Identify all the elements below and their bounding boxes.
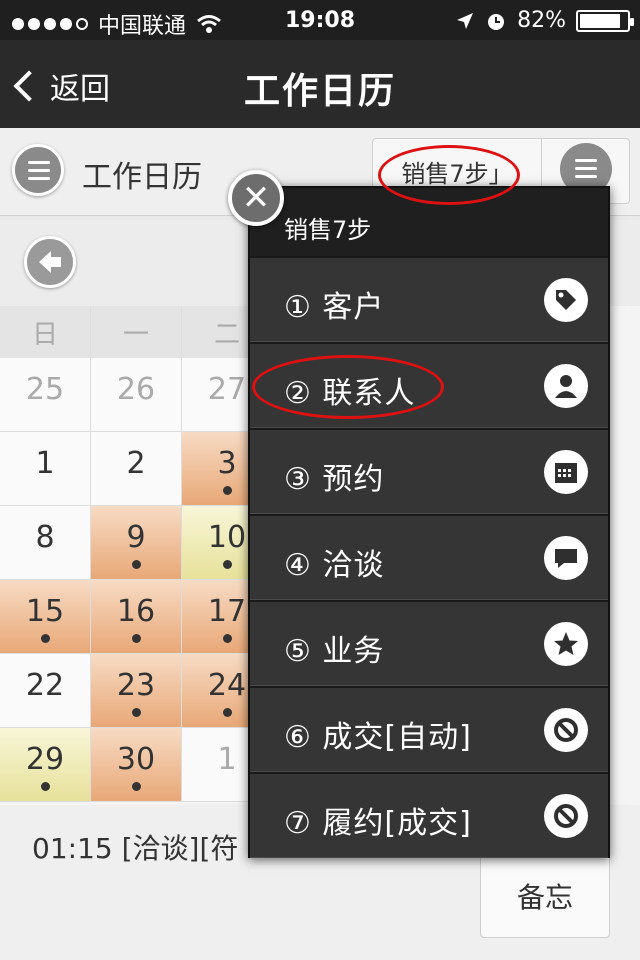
day-number: 22	[25, 668, 65, 703]
calendar-day[interactable]: 26	[91, 358, 182, 432]
event-marker-dot	[223, 708, 232, 717]
day-number: 23	[116, 668, 156, 703]
calendar-day[interactable]: 16	[91, 580, 182, 654]
calendar-icon	[544, 450, 588, 494]
day-number: 30	[116, 742, 156, 777]
sales-step-label: ④ 洽谈	[284, 548, 385, 583]
event-marker-dot	[41, 782, 50, 791]
sales-step-item[interactable]: ⑦ 履约[成交]	[250, 772, 608, 858]
person-icon	[544, 364, 588, 408]
calendar-day[interactable]: 8	[0, 506, 91, 580]
calendar-day[interactable]: 29	[0, 728, 91, 802]
weekday-sun: 日	[0, 306, 91, 358]
event-marker-dot	[223, 634, 232, 643]
calendar-day[interactable]: 2	[91, 432, 182, 506]
day-number: 16	[116, 594, 156, 629]
calendar-day[interactable]: 25	[0, 358, 91, 432]
event-marker-dot	[41, 634, 50, 643]
memo-button[interactable]: 备忘	[480, 854, 610, 938]
day-number: 9	[126, 520, 146, 555]
menu-button[interactable]	[12, 144, 64, 196]
sales-steps-menu: ① 客户 ② 联系人 ③ 预约 ④ 洽谈 ⑤ 业务 ⑥ 成交[自动] ⑦ 履约[成交]	[250, 256, 608, 858]
event-preview[interactable]: 01:15 [洽谈][符	[32, 827, 238, 867]
close-dialog-button[interactable]: ✕	[228, 170, 284, 226]
sales-step-label: ⑤ 业务	[284, 634, 385, 669]
calendar-day[interactable]: 15	[0, 580, 91, 654]
sales-step-label: ① 客户	[284, 290, 385, 325]
sales-step-item[interactable]: ① 客户	[250, 256, 608, 342]
day-number: 25	[25, 372, 65, 407]
day-number: 3	[217, 446, 237, 481]
calendar-day[interactable]: 22	[0, 654, 91, 728]
navigation-bar: 返回 工作日历	[0, 40, 640, 128]
day-number: 27	[207, 372, 247, 407]
battery-icon	[576, 9, 634, 32]
day-number: 24	[207, 668, 247, 703]
day-number: 2	[126, 446, 146, 481]
sales-step-item[interactable]: ③ 预约	[250, 428, 608, 514]
day-number: 15	[25, 594, 65, 629]
status-bar: 中国联通 19:08 82%	[0, 0, 640, 40]
day-number: 10	[207, 520, 247, 555]
sales-step-label: ⑦ 履约[成交]	[284, 806, 472, 841]
calendar-day[interactable]: 30	[91, 728, 182, 802]
hamburger-icon	[28, 161, 50, 164]
battery-percent: 82%	[517, 8, 566, 33]
speech-bubble-icon	[544, 536, 588, 580]
day-number: 17	[207, 594, 247, 629]
status-right: 82%	[455, 8, 634, 33]
sales-step-label: ③ 预约	[284, 462, 385, 497]
calendar-day[interactable]: 23	[91, 654, 182, 728]
event-marker-dot	[132, 782, 141, 791]
close-icon: ✕	[241, 178, 271, 218]
sales-step-label: ⑥ 成交[自动]	[284, 720, 472, 755]
day-number: 1	[217, 742, 237, 777]
toolbar-title: 工作日历	[82, 160, 202, 195]
weekday-mon: 一	[91, 306, 182, 358]
event-marker-dot	[132, 708, 141, 717]
calendar-day[interactable]: 1	[0, 432, 91, 506]
prohibited-icon	[544, 794, 588, 838]
alarm-icon	[488, 13, 505, 30]
location-arrow-icon	[457, 12, 474, 29]
sales-steps-dialog: 销售7步 ① 客户 ② 联系人 ③ 预约 ④ 洽谈 ⑤ 业务 ⑥ 成交[自动] ⑦ 履约[成…	[248, 186, 610, 858]
tag-icon	[544, 278, 588, 322]
annotation-oval-contact	[252, 355, 444, 419]
event-marker-dot	[132, 634, 141, 643]
page-title: 工作日历	[243, 71, 396, 112]
day-number: 1	[35, 446, 55, 481]
event-marker-dot	[132, 560, 141, 569]
calendar-day[interactable]: 9	[91, 506, 182, 580]
event-marker-dot	[223, 486, 232, 495]
sales-step-item[interactable]: ⑤ 业务	[250, 600, 608, 686]
event-marker-dot	[223, 560, 232, 569]
sales-step-item[interactable]: ④ 洽谈	[250, 514, 608, 600]
annotation-oval-sales-steps	[378, 145, 520, 205]
arrow-left-icon	[39, 251, 61, 273]
sales-step-item[interactable]: ⑥ 成交[自动]	[250, 686, 608, 772]
prohibited-icon	[544, 708, 588, 752]
day-number: 29	[25, 742, 65, 777]
day-number: 8	[35, 520, 55, 555]
day-number: 26	[116, 372, 156, 407]
previous-month-button[interactable]	[24, 236, 76, 288]
star-icon	[544, 622, 588, 666]
